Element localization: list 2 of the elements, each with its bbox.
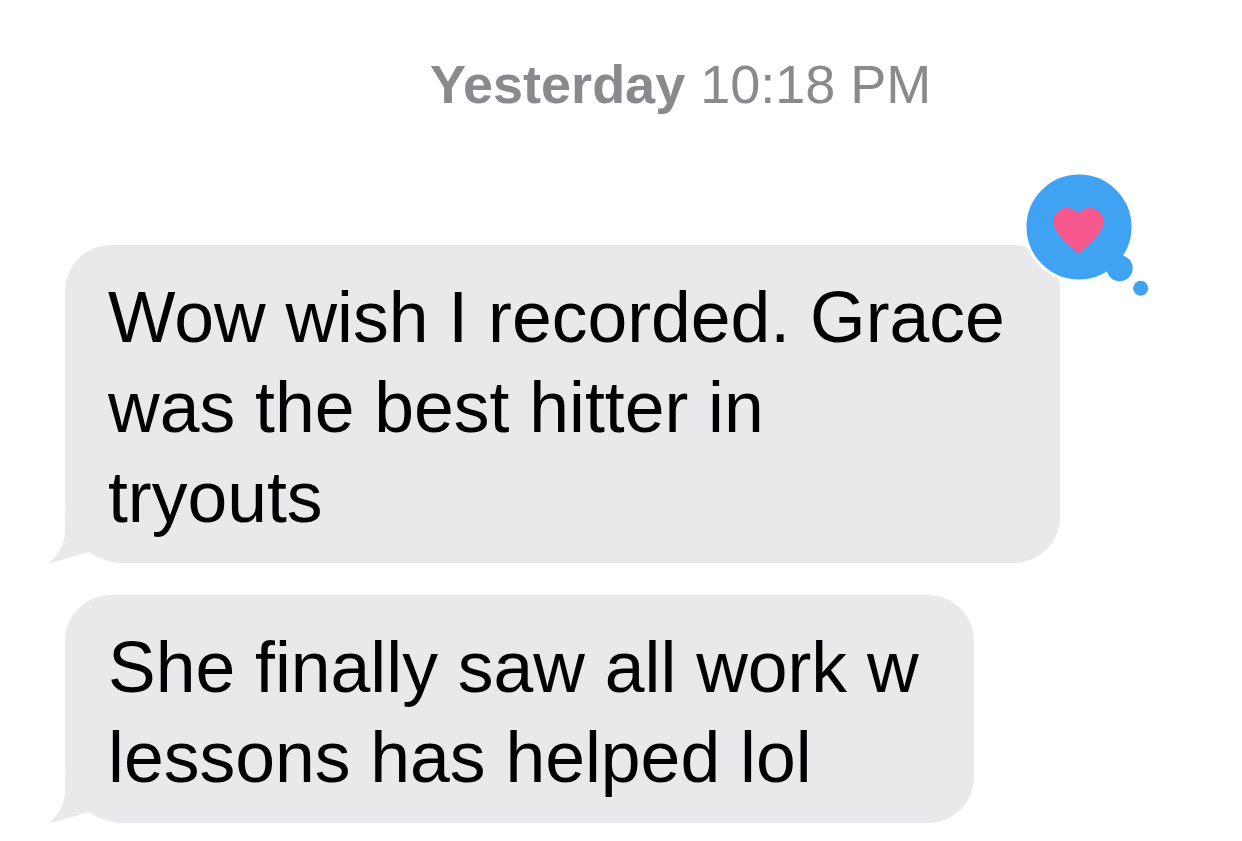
message-bubble: She finally saw all work w lessons has helped lol	[65, 595, 974, 823]
message-bubble: Wow wish I recorded. Grace was the best hitter in tryouts	[65, 245, 1060, 563]
